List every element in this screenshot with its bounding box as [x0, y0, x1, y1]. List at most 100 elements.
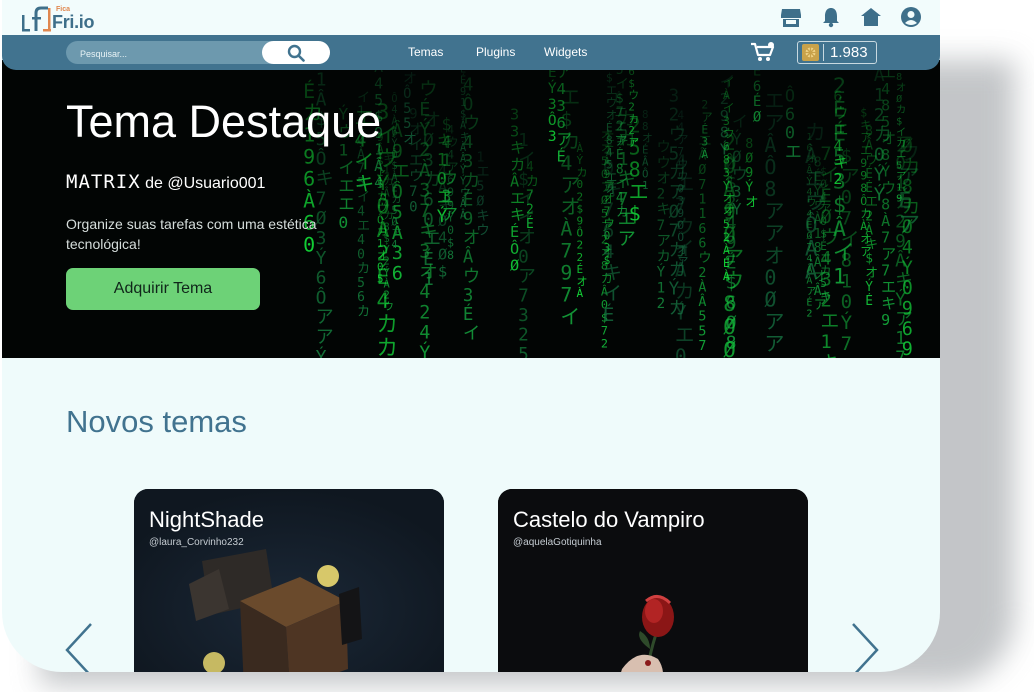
svg-text:5: 5	[698, 310, 706, 325]
svg-text:イ: イ	[463, 324, 480, 344]
svg-text:É: É	[806, 218, 812, 231]
store-icon[interactable]	[780, 6, 802, 28]
svg-text:7: 7	[560, 283, 572, 307]
svg-text:7: 7	[698, 178, 706, 193]
card-author: @aquelaGotiquinha	[513, 537, 602, 548]
svg-text:7: 7	[841, 333, 852, 355]
svg-text:1: 1	[642, 179, 649, 192]
svg-text:3: 3	[442, 187, 452, 206]
svg-text:8: 8	[881, 195, 890, 213]
svg-text:エ: エ	[675, 323, 695, 346]
svg-text:7: 7	[357, 162, 365, 177]
svg-text:Â: Â	[865, 138, 873, 154]
search-input[interactable]	[66, 41, 272, 66]
svg-text:カ: カ	[896, 104, 906, 116]
svg-text:オ: オ	[745, 195, 758, 210]
svg-text:エ: エ	[820, 310, 839, 332]
svg-text:Ø: Ø	[723, 315, 736, 339]
svg-text:カ: カ	[618, 129, 636, 150]
hero-theme-author: de @Usuario001	[145, 175, 266, 192]
svg-text:8: 8	[723, 292, 736, 316]
svg-text:オ: オ	[576, 275, 587, 288]
svg-text:Ô: Ô	[403, 84, 411, 102]
logo-mark-icon	[22, 6, 51, 32]
svg-text:キ: キ	[820, 352, 839, 358]
svg-text:1: 1	[316, 69, 327, 90]
svg-text:2: 2	[419, 140, 430, 161]
svg-text:オ: オ	[865, 266, 878, 281]
chevron-left-icon[interactable]	[64, 622, 94, 672]
svg-text:4: 4	[806, 187, 812, 198]
svg-text:エ: エ	[865, 195, 878, 210]
svg-text:5: 5	[606, 159, 613, 172]
acquire-theme-button[interactable]: Adquirir Tema	[66, 268, 260, 310]
hero-title: Tema Destaque	[66, 96, 382, 147]
svg-text:5: 5	[357, 176, 365, 191]
coin-balance[interactable]: 1.983	[797, 41, 877, 64]
svg-text:8: 8	[841, 249, 852, 271]
theme-card[interactable]: Castelo do Vampiro @aquelaGotiquinha	[498, 489, 808, 672]
svg-text:1: 1	[518, 131, 529, 151]
svg-text:0: 0	[675, 345, 687, 358]
svg-text:Ý: Ý	[841, 311, 853, 334]
user-circle-icon[interactable]	[900, 6, 922, 28]
svg-text:キ: キ	[881, 294, 896, 312]
svg-text:Ô: Ô	[576, 227, 583, 240]
svg-text:ア: ア	[764, 310, 784, 334]
svg-text:8: 8	[865, 125, 873, 140]
search-icon	[287, 44, 305, 62]
svg-text:ア: ア	[881, 245, 896, 263]
svg-text:6: 6	[902, 319, 913, 340]
svg-text:ウ: ウ	[657, 139, 671, 156]
svg-text:7: 7	[618, 189, 629, 210]
nav-link-plugins[interactable]: Plugins	[476, 45, 515, 59]
card-title: NightShade	[149, 507, 264, 532]
theme-card[interactable]: NightShade @laura_Corvinho232	[134, 489, 444, 672]
svg-text:3: 3	[723, 114, 730, 128]
svg-text:5: 5	[881, 113, 890, 131]
svg-text:9: 9	[881, 311, 890, 329]
chevron-right-icon[interactable]	[850, 622, 880, 672]
svg-text:7: 7	[603, 199, 614, 221]
svg-text:7: 7	[316, 188, 327, 209]
svg-text:3: 3	[548, 129, 557, 145]
svg-text:カ: カ	[657, 249, 671, 265]
svg-text:8: 8	[881, 96, 890, 114]
svg-text:4: 4	[442, 133, 452, 152]
nav-link-widgets[interactable]: Widgets	[544, 45, 587, 59]
svg-text:エ: エ	[606, 171, 617, 184]
svg-text:カ: カ	[560, 129, 580, 153]
svg-text:4: 4	[603, 241, 614, 263]
svg-text:4: 4	[419, 282, 430, 303]
svg-text:Ý: Ý	[814, 183, 822, 199]
nav-link-temas[interactable]: Temas	[408, 45, 443, 59]
svg-text:À: À	[723, 242, 730, 257]
bell-icon[interactable]	[820, 6, 842, 28]
svg-text:Ý: Ý	[419, 342, 430, 358]
svg-text:9: 9	[745, 166, 753, 181]
svg-text:1: 1	[698, 193, 706, 208]
svg-text:ア: ア	[316, 307, 334, 328]
search-box	[66, 41, 330, 66]
svg-text:エ: エ	[618, 209, 636, 230]
svg-text:0: 0	[409, 200, 417, 216]
search-button[interactable]	[262, 41, 330, 64]
svg-text:ウ: ウ	[606, 96, 617, 109]
svg-text:イ: イ	[675, 237, 695, 260]
svg-text:9: 9	[560, 261, 572, 285]
svg-text:6: 6	[392, 263, 403, 284]
svg-text:ア: ア	[618, 229, 636, 250]
svg-text:1: 1	[476, 150, 484, 165]
home-icon[interactable]	[860, 6, 882, 28]
svg-text:エ: エ	[841, 354, 860, 358]
cart-icon[interactable]	[750, 41, 776, 63]
svg-text:À: À	[723, 268, 730, 283]
svg-text:カ: カ	[376, 312, 397, 337]
logo[interactable]: Fica Fri.io	[20, 3, 110, 33]
svg-text:1: 1	[442, 151, 452, 170]
svg-text:7: 7	[657, 218, 666, 234]
svg-text:Ý: Ý	[460, 175, 466, 188]
svg-text:6: 6	[698, 236, 706, 251]
svg-text:Ô: Ô	[785, 84, 795, 105]
svg-text:1: 1	[820, 331, 831, 353]
